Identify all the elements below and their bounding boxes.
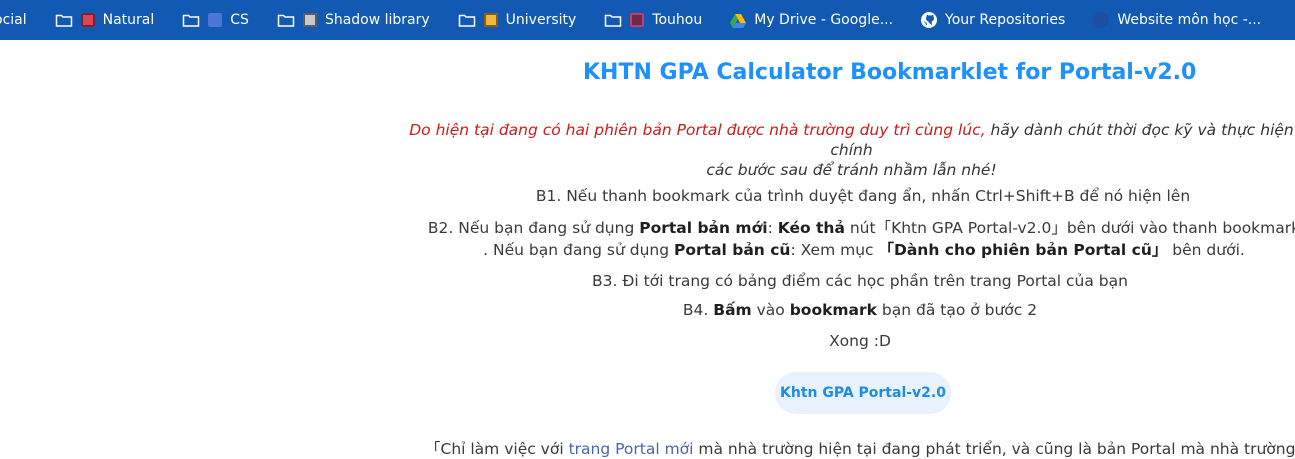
footer-text: 「Chỉ làm việc với trang Portal mới mà nh… [425,437,1295,459]
footer-suffix: mà nhà trường hiện tại đang phát triển, … [693,440,1295,458]
folder-icon [458,11,476,29]
bookmark-label: Natural [102,12,155,28]
bookmark-folder-cs[interactable]: CS [182,6,249,34]
folder-icon [55,11,73,29]
bookmark-social[interactable]: ocial [0,6,27,34]
google-drive-icon [730,13,747,28]
step-4-bold: Bấm [713,301,752,319]
step-2b-text: : Xem mục [790,241,879,259]
bookmark-label: Website môn học -... [1117,12,1262,28]
bookmark-label: University [505,12,577,28]
page-title: KHTN GPA Calculator Bookmarklet for Port… [583,60,1197,85]
bookmark-folder-university[interactable]: University [458,6,577,34]
notice-line2: các bước sau để tránh nhầm lẫn nhé! [706,161,997,179]
step-2-alt: . Nếu bạn đang sử dụng Portal bản cũ: Xe… [364,240,1295,260]
step-3: B3. Đi tới trang có bảng điểm các học ph… [592,272,1128,290]
step-4-text: B4. [682,301,714,319]
step-2b-text: bên dưới. [1167,241,1245,259]
bookmark-label: My Drive - Google... [754,12,894,28]
step-2-bold: Kéo thả [777,219,845,237]
bookmark-website-mon-hoc[interactable]: Website môn học -... [1093,6,1261,34]
notice-warning: Do hiện tại đang có hai phiên bản Portal… [409,121,986,139]
folder-icon [182,11,200,29]
bookmark-label: ocial [0,12,27,28]
bookmark-your-repositories[interactable]: Your Repositories [921,6,1065,34]
website-icon [1093,12,1110,28]
folder-icon [604,11,622,29]
bookmark-label: CS [230,12,249,28]
step-4: B4. Bấm vào bookmark bạn đã tạo ở bước 2 [360,300,1295,320]
bookmark-label: Touhou [652,12,703,28]
natural-favicon-icon [80,13,95,27]
folder-icon [277,11,295,29]
step-4-text: bạn đã tạo ở bước 2 [876,301,1038,319]
laptop-icon [208,13,223,27]
bookmark-label: Your Repositories [945,12,1066,28]
step-2-bold: Portal bản mới [639,219,768,237]
step-2-text: : [767,219,778,237]
step-2-text: B2. Nếu bạn đang sử dụng [427,219,640,237]
done-text: Xong :D [829,332,891,350]
step-2-text: nút「Khtn GPA Portal-v2.0」bên dưới vào th… [844,219,1295,237]
step-4-text: vào [751,301,790,319]
bookmark-folder-natural[interactable]: Natural [55,6,155,34]
bookmark-folder-touhou[interactable]: Touhou [604,6,702,34]
step-2b-bold: 「Dành cho phiên bản Portal cũ」 [878,241,1168,259]
notice: Do hiện tại đang có hai phiên bản Portal… [404,120,1295,180]
bookmark-label: Shadow library [324,12,430,28]
step-2: B2. Nếu bạn đang sử dụng Portal bản mới:… [364,218,1295,238]
bookmark-folder-shadow-library[interactable]: Shadow library [277,6,430,34]
book-icon [302,13,317,27]
bookmark-my-drive[interactable]: My Drive - Google... [730,6,893,34]
github-icon [921,12,938,28]
portal-link[interactable]: trang Portal mới [569,440,694,458]
step-4-bold: bookmark [789,301,877,319]
bookmarks-bar: ocial Natural CS Shadow library Universi… [0,0,1295,40]
step-2b-text: . Nếu bạn đang sử dụng [483,241,675,259]
bookmarklet-button[interactable]: Khtn GPA Portal-v2.0 [775,372,951,414]
university-icon [483,13,498,27]
touhou-icon [630,13,645,27]
step-2b-bold: Portal bản cũ [674,241,791,259]
step-1: B1. Nếu thanh bookmark của trình duyệt đ… [535,187,1191,205]
footer-prefix: 「Chỉ làm việc với [425,440,569,458]
